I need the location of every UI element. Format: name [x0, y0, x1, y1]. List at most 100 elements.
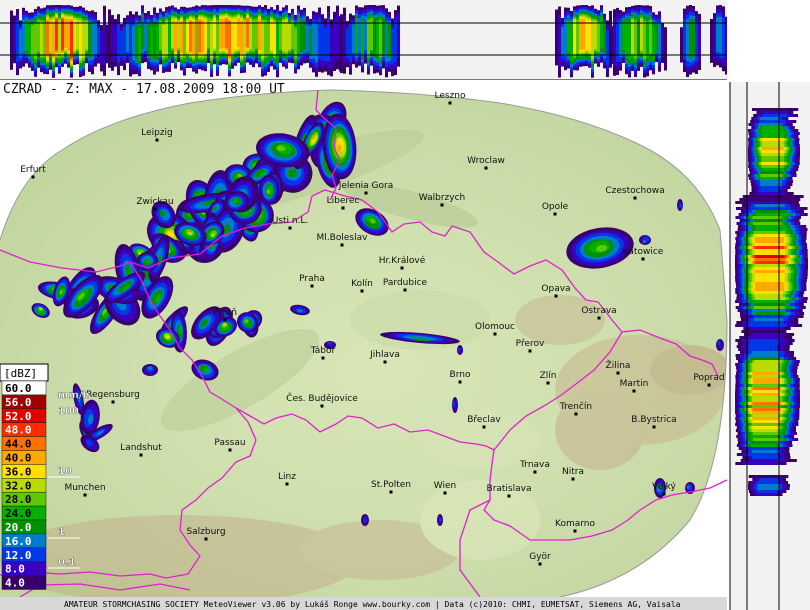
- profile-bar: [10, 10, 13, 70]
- echo-blob: [717, 340, 721, 346]
- city-marker: [83, 493, 87, 497]
- city-label: Wroclaw: [467, 156, 505, 166]
- profile-bar: [748, 447, 778, 450]
- profile-bar: [755, 225, 787, 228]
- legend-label: 44.0: [5, 438, 32, 451]
- profile-bar: [760, 183, 782, 186]
- profile-bar: [73, 19, 76, 50]
- profile-bar: [716, 16, 719, 52]
- profile-bar: [752, 426, 778, 429]
- profile-bar: [168, 19, 171, 56]
- profile-bar: [762, 111, 787, 114]
- profile-bar: [761, 144, 785, 147]
- profile-bar: [759, 177, 780, 180]
- profile-bar: [573, 20, 576, 54]
- profile-bar: [336, 13, 339, 60]
- profile-bar: [210, 20, 213, 59]
- echo-blob: [363, 518, 367, 523]
- profile-bar: [180, 21, 183, 54]
- profile-bar: [689, 18, 692, 58]
- city-label: Plzeň: [213, 307, 237, 318]
- profile-bar: [141, 16, 144, 50]
- legend-label: 12.0: [5, 549, 32, 562]
- profile-bar: [291, 20, 294, 50]
- profile-bar: [762, 114, 788, 117]
- echo-blob: [439, 517, 443, 522]
- profile-bar: [761, 132, 785, 135]
- city-marker: [310, 284, 314, 288]
- profile-bar: [67, 19, 70, 51]
- city-label: Hr.Králové: [379, 255, 426, 266]
- city-label: Walbrzych: [419, 193, 465, 203]
- profile-bar: [761, 165, 784, 168]
- profile-bar: [640, 18, 643, 51]
- city-marker: [285, 482, 289, 486]
- city-marker: [360, 289, 364, 293]
- city-label: Czestochowa: [605, 186, 664, 196]
- profile-bar: [748, 475, 789, 478]
- radar-canvas[interactable]: CZRAD - Z: MAX - 17.08.2009 18:00 UT Les…: [0, 0, 810, 610]
- profile-bar: [753, 291, 783, 294]
- echo-blob: [146, 259, 151, 264]
- profile-bar: [752, 420, 779, 423]
- city-label: Poprad: [693, 373, 724, 383]
- profile-bar: [751, 375, 780, 378]
- city-label: Zwickau: [136, 197, 173, 207]
- city-marker: [528, 349, 532, 353]
- city-marker: [484, 166, 488, 170]
- profile-bar: [753, 300, 787, 303]
- profile-bar: [757, 484, 779, 487]
- profile-bar: [754, 360, 781, 363]
- profile-bar: [748, 348, 778, 351]
- profile-bar: [597, 22, 600, 53]
- profile-bar: [761, 138, 784, 141]
- profile-bar: [132, 25, 135, 61]
- profile-bar: [49, 19, 52, 53]
- city-marker: [573, 529, 577, 533]
- city-marker: [652, 425, 656, 429]
- legend-label: 36.0: [5, 465, 32, 478]
- profile-bar: [388, 23, 391, 58]
- profile-bar: [754, 252, 786, 255]
- profile-bar: [625, 21, 628, 58]
- city-marker: [553, 212, 557, 216]
- profile-bar: [748, 324, 787, 327]
- profile-bar: [748, 342, 780, 345]
- city-label: Wien: [434, 481, 456, 491]
- map-area[interactable]: [0, 90, 730, 605]
- profile-bar: [754, 303, 786, 306]
- city-marker: [364, 191, 368, 195]
- profile-bar: [761, 153, 785, 156]
- profile-bar: [658, 22, 661, 59]
- city-marker: [571, 477, 575, 481]
- city-marker: [632, 389, 636, 393]
- profile-bar: [751, 363, 780, 366]
- profile-bar: [28, 24, 31, 54]
- profile-bar: [752, 456, 780, 459]
- city-label: Bratislava: [487, 484, 532, 494]
- profile-bar: [40, 22, 43, 56]
- echo-blob: [452, 401, 456, 408]
- profile-bar: [755, 204, 785, 207]
- profile-bar: [752, 411, 780, 414]
- profile-bar: [747, 345, 778, 348]
- profile-bar: [757, 487, 779, 490]
- city-label: Györ: [529, 552, 551, 562]
- city-marker: [458, 380, 462, 384]
- profile-bar: [126, 24, 129, 53]
- profile-bar: [394, 20, 397, 63]
- profile-bar: [165, 21, 168, 55]
- profile-bar: [613, 17, 616, 66]
- profile-bar: [555, 9, 558, 66]
- profile-bar: [751, 405, 781, 408]
- profile-bar: [713, 19, 716, 59]
- rain-rate-label: mm/h: [58, 390, 90, 401]
- profile-bar: [760, 129, 784, 132]
- profile-bar: [135, 24, 138, 60]
- profile-bar: [252, 19, 255, 52]
- profile-bar: [759, 120, 786, 123]
- profile-bar: [761, 168, 784, 171]
- profile-bar: [58, 20, 61, 56]
- profile-bar: [751, 423, 780, 426]
- profile-bar: [120, 31, 123, 58]
